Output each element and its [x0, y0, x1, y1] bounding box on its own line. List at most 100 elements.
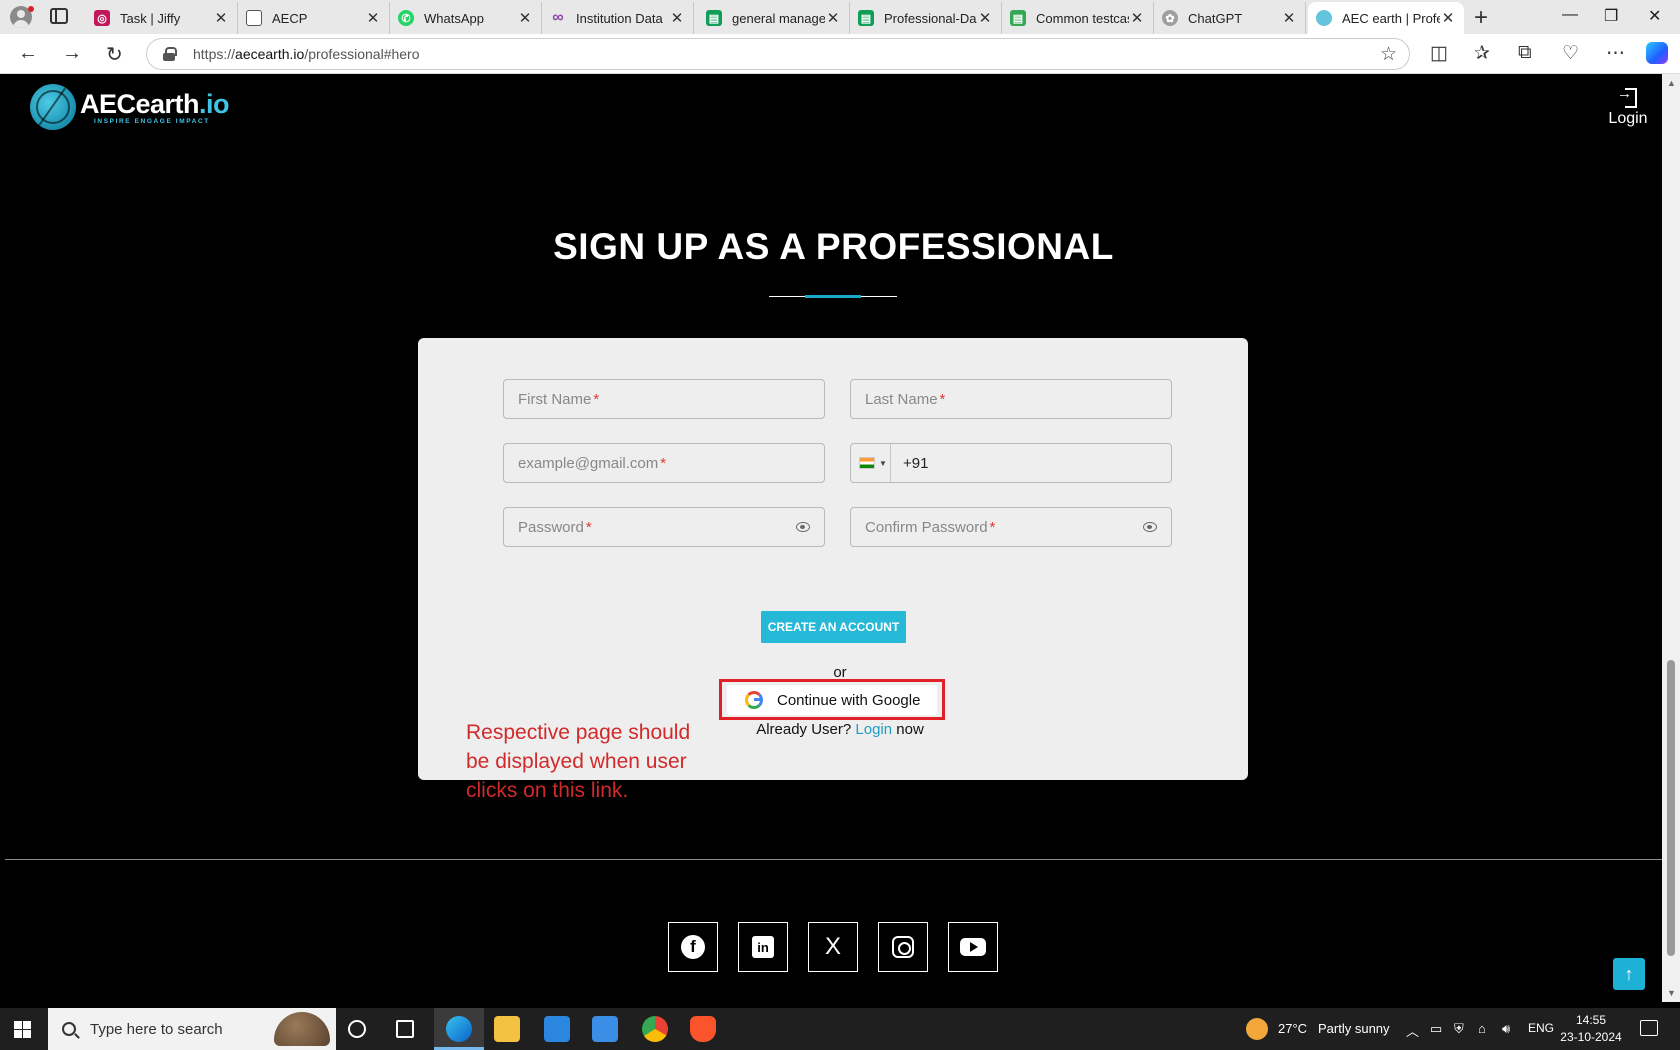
- close-icon[interactable]: ✕: [365, 9, 381, 27]
- close-icon[interactable]: ✕: [825, 9, 841, 27]
- close-icon[interactable]: ✕: [1129, 9, 1145, 27]
- windows-start-icon[interactable]: [14, 1021, 31, 1038]
- close-icon[interactable]: ✕: [213, 9, 229, 27]
- first-name-input[interactable]: First Name *: [503, 379, 825, 419]
- browser-tab[interactable]: ∞ Institution Data ✕: [542, 2, 694, 34]
- web-page: AECearth.io INSPIRE ENGAGE IMPACT Login …: [5, 74, 1662, 1002]
- close-icon[interactable]: ✕: [1440, 9, 1456, 27]
- browser-tab-strip: ◎ Task | Jiffy ✕ AECP ✕ ✆ WhatsApp ✕ ∞ I…: [0, 0, 1680, 34]
- more-options-icon[interactable]: ⋯: [1606, 42, 1625, 65]
- chrome-icon[interactable]: [642, 1016, 668, 1042]
- continue-with-google-button[interactable]: Continue with Google: [727, 685, 937, 715]
- browser-tab[interactable]: ▤ general managem ✕: [698, 2, 850, 34]
- email-input[interactable]: example@gmail.com *: [503, 443, 825, 483]
- site-logo[interactable]: AECearth.io INSPIRE ENGAGE IMPACT: [30, 84, 230, 130]
- header-login-button[interactable]: Login: [1603, 85, 1653, 128]
- close-window-icon[interactable]: ✕: [1648, 6, 1661, 26]
- page-scrollbar[interactable]: ▲ ▼: [1662, 74, 1680, 1002]
- instagram-icon: [892, 936, 914, 958]
- close-icon[interactable]: ✕: [1281, 9, 1297, 27]
- country-code-selector[interactable]: ▼: [851, 444, 891, 482]
- volume-icon[interactable]: 🔊︎: [1502, 1021, 1510, 1037]
- header-login-label: Login: [1608, 110, 1648, 127]
- tray-chevron-icon[interactable]: ︿: [1406, 1021, 1419, 1040]
- edge-icon[interactable]: [446, 1016, 472, 1042]
- restore-icon[interactable]: ❐: [1604, 6, 1618, 26]
- new-tab-button[interactable]: +: [1474, 4, 1488, 32]
- weather-icon[interactable]: [1246, 1018, 1268, 1040]
- minimize-icon[interactable]: —: [1562, 6, 1578, 24]
- browser-tab[interactable]: ◎ Task | Jiffy ✕: [86, 2, 238, 34]
- taskbar-search-input[interactable]: Type here to search: [48, 1008, 336, 1050]
- browser-tab[interactable]: ▤ Professional-Dash ✕: [850, 2, 1002, 34]
- scroll-up-arrow-icon[interactable]: ▲: [1667, 78, 1676, 88]
- caret-down-icon: ▼: [879, 458, 887, 468]
- browser-tab-active[interactable]: AEC earth | Profe ✕: [1308, 2, 1464, 34]
- brave-icon[interactable]: [690, 1016, 716, 1042]
- close-icon[interactable]: ✕: [517, 9, 533, 27]
- cortana-icon[interactable]: [348, 1020, 366, 1038]
- collections-icon[interactable]: ⧉: [1518, 42, 1532, 64]
- password-input[interactable]: Password *: [503, 507, 825, 547]
- forward-icon[interactable]: →: [62, 42, 82, 65]
- favorite-star-icon[interactable]: ☆: [1380, 43, 1397, 66]
- url-text: https://aecearth.io/professional#hero: [193, 46, 420, 62]
- microsoft-store-icon[interactable]: [544, 1016, 570, 1042]
- taskbar-clock[interactable]: 14:55 23-10-2024: [1556, 1012, 1626, 1046]
- lock-icon[interactable]: [163, 47, 177, 61]
- network-icon[interactable]: ⌂: [1478, 1021, 1486, 1036]
- create-account-button[interactable]: CREATE AN ACCOUNT: [761, 611, 906, 643]
- refresh-icon[interactable]: ↻: [106, 42, 123, 67]
- facebook-button[interactable]: f: [668, 922, 718, 972]
- fingerprint-icon: ◎: [94, 10, 110, 26]
- phone-input[interactable]: ▼ +91: [850, 443, 1172, 483]
- profile-notification-dot: [28, 6, 34, 12]
- globe-logo-icon: [30, 84, 76, 130]
- show-confirm-password-eye-icon[interactable]: [1143, 522, 1157, 532]
- search-icon: [62, 1022, 76, 1036]
- notification-center-icon[interactable]: [1640, 1020, 1658, 1036]
- logo-tagline: INSPIRE ENGAGE IMPACT: [94, 117, 210, 125]
- title-divider-accent: [805, 295, 861, 298]
- close-icon[interactable]: ✕: [669, 9, 685, 27]
- browser-tab[interactable]: ✆ WhatsApp ✕: [390, 2, 542, 34]
- whatsapp-icon: ✆: [398, 10, 414, 26]
- security-icon[interactable]: ⛨: [1454, 1021, 1464, 1037]
- mail-icon[interactable]: [592, 1016, 618, 1042]
- page-title: SIGN UP AS A PROFESSIONAL: [553, 226, 1114, 267]
- browser-essentials-icon[interactable]: ♡: [1562, 42, 1579, 65]
- google-icon: [745, 691, 763, 709]
- weather-temp: 27°C: [1278, 1021, 1308, 1036]
- language-indicator[interactable]: ENG: [1528, 1021, 1554, 1035]
- scroll-to-top-button[interactable]: ↑: [1613, 958, 1645, 990]
- show-password-eye-icon[interactable]: [796, 522, 810, 532]
- scrollbar-thumb[interactable]: [1667, 660, 1675, 956]
- browser-tab[interactable]: ✿ ChatGPT ✕: [1154, 2, 1306, 34]
- scroll-down-arrow-icon[interactable]: ▼: [1667, 988, 1676, 998]
- linkedin-icon: in: [752, 936, 774, 958]
- file-explorer-icon[interactable]: [494, 1016, 520, 1042]
- copilot-icon[interactable]: [1646, 42, 1668, 64]
- meet-now-icon[interactable]: ▭: [1430, 1021, 1442, 1037]
- sheets-icon: ▤: [1010, 10, 1026, 26]
- back-icon[interactable]: ←: [18, 42, 38, 65]
- logo-name: AECearth.io: [80, 88, 230, 119]
- favorites-icon[interactable]: ✰: [1474, 42, 1490, 65]
- document-icon: [246, 10, 262, 26]
- instagram-button[interactable]: [878, 922, 928, 972]
- already-user-text: Already User? Login now: [756, 721, 924, 738]
- linkedin-button[interactable]: in: [738, 922, 788, 972]
- youtube-button[interactable]: [948, 922, 998, 972]
- browser-tab[interactable]: AECP ✕: [238, 2, 390, 34]
- url-input[interactable]: https://aecearth.io/professional#hero ☆: [146, 38, 1410, 70]
- india-flag-icon: [859, 457, 875, 469]
- close-icon[interactable]: ✕: [977, 9, 993, 27]
- confirm-password-input[interactable]: Confirm Password *: [850, 507, 1172, 547]
- task-view-icon[interactable]: [396, 1020, 414, 1038]
- x-button[interactable]: X: [808, 922, 858, 972]
- browser-tab[interactable]: ▤ Common testcase ✕: [1002, 2, 1154, 34]
- split-screen-icon[interactable]: ◫: [1430, 42, 1448, 65]
- login-link[interactable]: Login: [855, 721, 892, 738]
- last-name-input[interactable]: Last Name *: [850, 379, 1172, 419]
- tab-actions-icon[interactable]: [50, 8, 68, 24]
